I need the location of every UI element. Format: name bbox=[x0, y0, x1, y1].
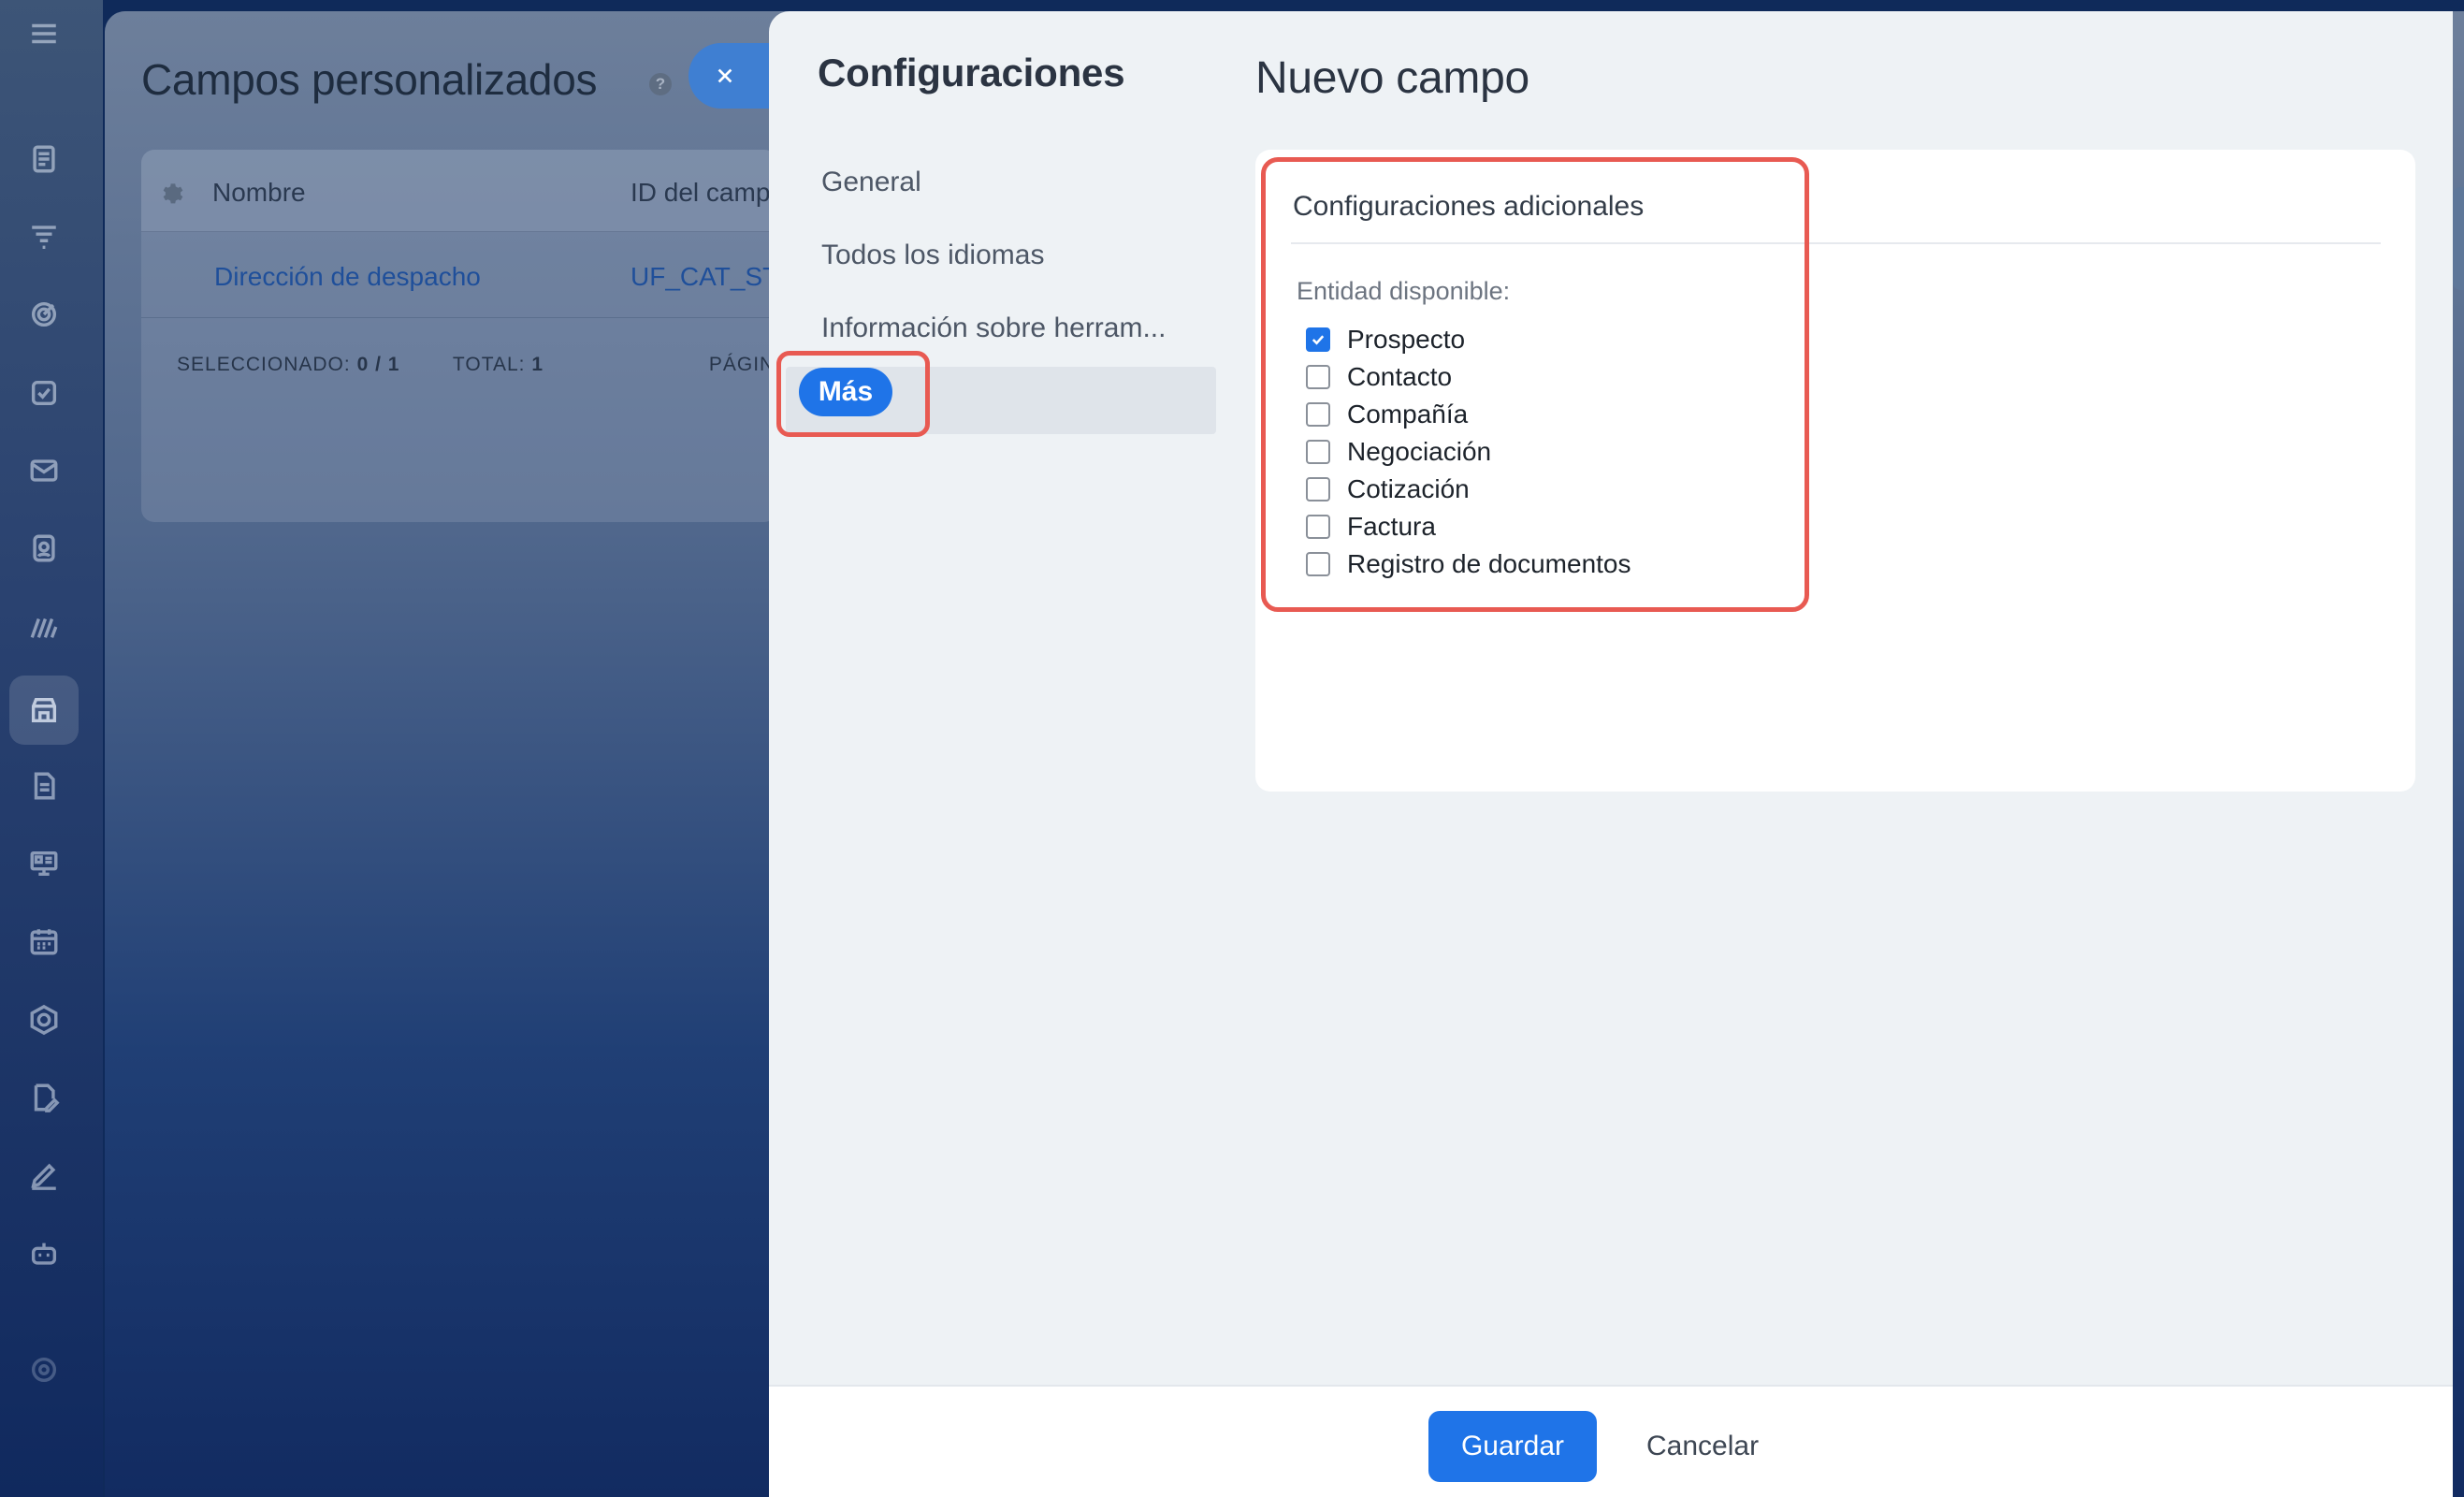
left-sidebar bbox=[0, 0, 103, 1497]
nav-item-tooltip-info[interactable]: Información sobre herram... bbox=[821, 312, 1166, 344]
row-id-link[interactable]: UF_CAT_ST bbox=[630, 262, 777, 292]
page-title: Campos personalizados bbox=[141, 55, 598, 104]
mail-icon[interactable] bbox=[27, 454, 61, 487]
help-icon[interactable]: ? bbox=[649, 73, 672, 95]
column-header-id[interactable]: ID del camp bbox=[630, 178, 770, 208]
cancel-button[interactable]: Cancelar bbox=[1646, 1411, 1759, 1482]
column-header-name[interactable]: Nombre bbox=[212, 178, 306, 208]
feed-icon[interactable] bbox=[27, 142, 61, 176]
table-row[interactable]: Dirección de despacho UF_CAT_ST bbox=[141, 232, 777, 318]
nav-item-general[interactable]: General bbox=[821, 167, 921, 198]
presentation-icon[interactable] bbox=[27, 847, 61, 880]
analytics-icon[interactable] bbox=[27, 610, 61, 644]
target-icon[interactable] bbox=[27, 298, 61, 331]
highlight-frame-settings bbox=[1261, 157, 1809, 612]
contacts-icon[interactable] bbox=[27, 531, 61, 565]
form-title: Nuevo campo bbox=[1255, 53, 1529, 103]
edge-tab[interactable] bbox=[2453, 187, 2464, 290]
tasks-icon[interactable] bbox=[27, 376, 61, 410]
funnel-icon[interactable] bbox=[27, 220, 61, 254]
highlight-frame-more bbox=[776, 351, 930, 437]
save-button[interactable]: Guardar bbox=[1428, 1411, 1597, 1482]
document-icon[interactable] bbox=[27, 769, 61, 803]
selected-value: 0 / 1 bbox=[356, 354, 400, 375]
fields-table: Nombre ID del camp Dirección de despacho… bbox=[141, 150, 777, 522]
panel-footer bbox=[769, 1385, 2453, 1497]
total-label: TOTAL: bbox=[452, 354, 526, 375]
gear-icon[interactable] bbox=[158, 178, 184, 204]
row-name-link[interactable]: Dirección de despacho bbox=[214, 262, 481, 292]
settings-icon[interactable] bbox=[27, 1353, 61, 1387]
calendar-icon[interactable] bbox=[27, 924, 61, 958]
close-slider-button[interactable] bbox=[688, 43, 775, 109]
page-label: PÁGIN bbox=[708, 354, 775, 375]
robot-icon[interactable] bbox=[27, 1237, 61, 1271]
store-icon[interactable] bbox=[9, 676, 79, 745]
pen-icon[interactable] bbox=[27, 1158, 61, 1192]
table-header: Nombre ID del camp bbox=[141, 150, 777, 232]
table-footer: SELECCIONADO: 0 / 1 TOTAL: 1 PÁGIN bbox=[177, 354, 777, 376]
nav-item-languages[interactable]: Todos los idiomas bbox=[821, 240, 1044, 271]
total-value: 1 bbox=[531, 354, 544, 375]
nav-title: Configuraciones bbox=[818, 51, 1125, 94]
close-icon bbox=[717, 68, 732, 83]
document-edit-icon[interactable] bbox=[27, 1081, 61, 1114]
menu-icon[interactable] bbox=[27, 17, 61, 51]
selected-label: SELECCIONADO: bbox=[177, 354, 351, 375]
hexagon-icon[interactable] bbox=[27, 1003, 61, 1037]
